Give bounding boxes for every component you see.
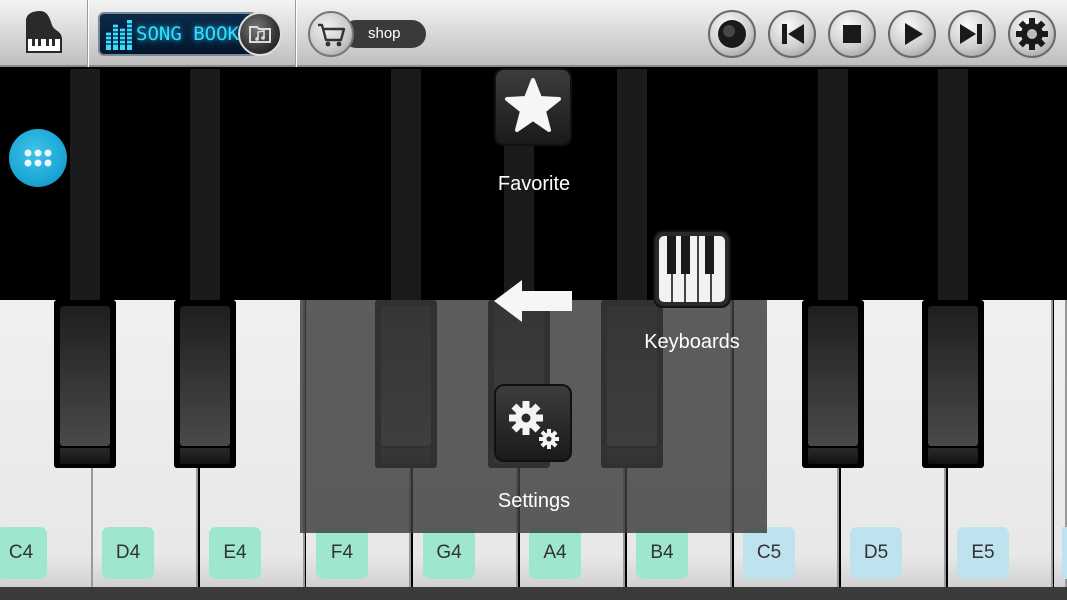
songbook-button[interactable]: SONG BOOK bbox=[98, 12, 284, 56]
previous-button[interactable] bbox=[768, 10, 816, 58]
toolbar-divider bbox=[87, 0, 88, 67]
keyboard-bottom-edge bbox=[0, 587, 1067, 600]
songbook-label: SONG BOOK bbox=[136, 23, 239, 45]
note-label-e5: E5 bbox=[957, 527, 1009, 579]
record-icon bbox=[718, 20, 746, 48]
grid-dots-icon bbox=[24, 149, 52, 167]
next-icon bbox=[960, 24, 982, 44]
settings-gear-button[interactable] bbox=[1008, 10, 1056, 58]
settings-button[interactable] bbox=[494, 384, 572, 462]
note-label-c5: C5 bbox=[743, 527, 795, 579]
black-key[interactable] bbox=[54, 300, 116, 468]
note-label-c4: C4 bbox=[0, 527, 47, 579]
top-toolbar: SONG BOOK shop bbox=[0, 0, 1067, 67]
note-label-d5: D5 bbox=[850, 527, 902, 579]
star-icon bbox=[505, 78, 561, 132]
note-label-g4: G4 bbox=[423, 527, 475, 579]
black-key-stem[interactable] bbox=[391, 69, 421, 300]
next-button[interactable] bbox=[948, 10, 996, 58]
favorite-label: Favorite bbox=[497, 173, 571, 195]
stop-button[interactable] bbox=[828, 10, 876, 58]
back-arrow-icon bbox=[494, 280, 572, 322]
equalizer-icon bbox=[106, 20, 132, 50]
note-label-d4: D4 bbox=[102, 527, 154, 579]
grand-piano-icon[interactable] bbox=[20, 9, 68, 57]
favorite-button[interactable] bbox=[494, 68, 572, 146]
stop-icon bbox=[843, 25, 861, 43]
keyboards-button[interactable] bbox=[653, 230, 731, 308]
menu-button[interactable] bbox=[9, 129, 67, 187]
music-folder-icon bbox=[249, 26, 271, 43]
note-label-e4: E4 bbox=[209, 527, 261, 579]
back-arrow-button[interactable] bbox=[490, 276, 576, 326]
shop-button[interactable]: shop bbox=[308, 11, 428, 57]
cart-button[interactable] bbox=[308, 11, 354, 57]
record-button[interactable] bbox=[708, 10, 756, 58]
cart-icon bbox=[318, 23, 346, 47]
note-label-f4: F4 bbox=[316, 527, 368, 579]
piano-keys-icon bbox=[659, 236, 725, 302]
black-key-stem[interactable] bbox=[818, 69, 848, 300]
black-key[interactable] bbox=[922, 300, 984, 468]
music-folder-button[interactable] bbox=[238, 12, 282, 56]
songbook-display[interactable]: SONG BOOK bbox=[98, 12, 258, 56]
note-label-b4: B4 bbox=[636, 527, 688, 579]
black-key-stem[interactable] bbox=[70, 69, 100, 300]
gears-icon bbox=[509, 401, 559, 449]
toolbar-divider bbox=[295, 0, 296, 67]
black-key-stem[interactable] bbox=[938, 69, 968, 300]
note-label-a4: A4 bbox=[529, 527, 581, 579]
black-key-stem[interactable] bbox=[617, 69, 647, 300]
keyboards-label: Keyboards bbox=[644, 331, 740, 353]
play-button[interactable] bbox=[888, 10, 936, 58]
note-label-partial bbox=[1062, 527, 1067, 579]
gear-icon bbox=[1016, 18, 1048, 50]
play-icon bbox=[905, 23, 923, 45]
previous-icon bbox=[782, 24, 804, 44]
shop-label: shop bbox=[368, 25, 401, 42]
black-key[interactable] bbox=[174, 300, 236, 468]
settings-label: Settings bbox=[497, 490, 571, 512]
black-key-stem[interactable] bbox=[190, 69, 220, 300]
black-key[interactable] bbox=[802, 300, 864, 468]
